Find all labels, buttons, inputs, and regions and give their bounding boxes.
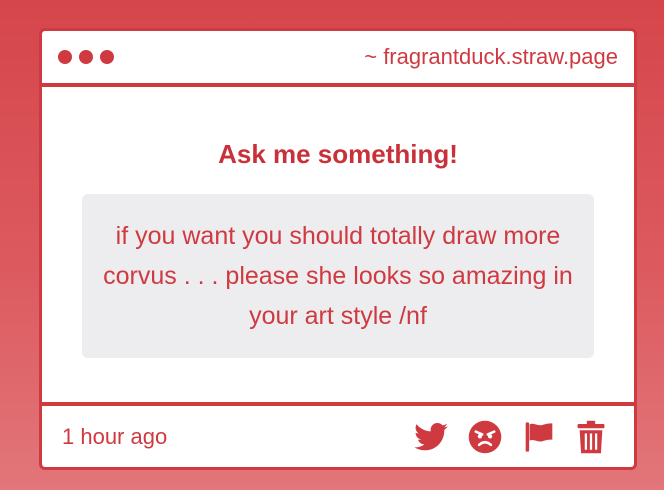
page-url: ~ fragrantduck.straw.page [364, 44, 618, 69]
question-content: Ask me something! if you want you should… [42, 87, 634, 402]
action-bar [414, 420, 606, 454]
card-footer: 1 hour ago [42, 402, 634, 467]
question-text: if you want you should totally draw more… [82, 194, 594, 358]
trash-icon[interactable] [576, 420, 606, 454]
angry-face-icon[interactable] [468, 420, 502, 454]
window-dot-icon [100, 50, 114, 64]
ask-card-window: ~ fragrantduck.straw.page Ask me somethi… [39, 28, 637, 470]
timestamp: 1 hour ago [62, 423, 168, 449]
twitter-icon[interactable] [414, 422, 448, 451]
title-bar: ~ fragrantduck.straw.page [42, 31, 634, 87]
window-dots [58, 50, 114, 64]
window-dot-icon [58, 50, 72, 64]
flag-icon[interactable] [522, 421, 556, 453]
window-dot-icon [79, 50, 93, 64]
page-title: Ask me something! [218, 139, 458, 169]
